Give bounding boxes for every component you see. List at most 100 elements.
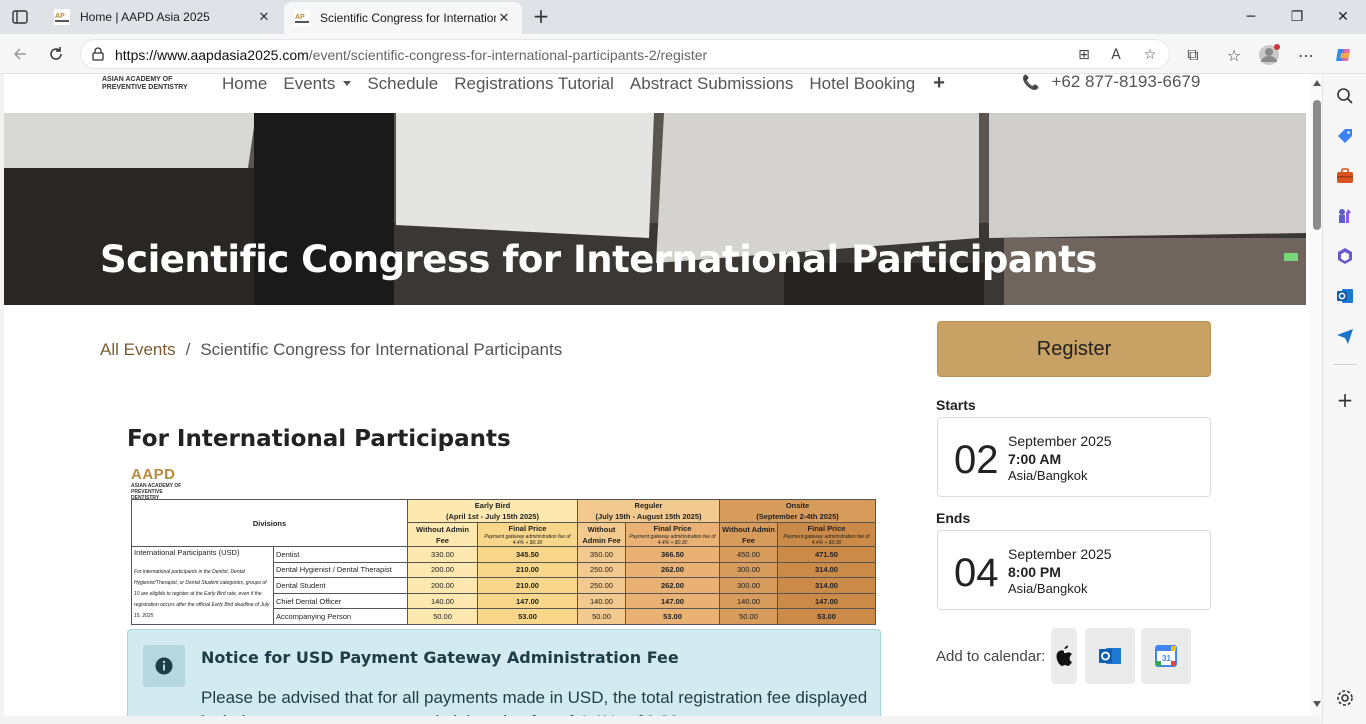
send-icon[interactable] [1335,326,1355,346]
reguler-label: Reguler [634,501,663,510]
division-name: Dental Student [273,577,408,594]
price-cell: 53.00 [625,608,720,625]
close-icon[interactable]: ✕ [496,10,512,26]
maximize-button[interactable]: ❐ [1274,0,1320,34]
profile-avatar-icon[interactable] [1258,44,1280,66]
apple-calendar-button[interactable] [1051,628,1077,684]
close-icon[interactable]: ✕ [256,9,272,25]
nav-schedule[interactable]: Schedule [367,74,438,95]
back-icon[interactable] [8,42,32,66]
apple-icon [1056,645,1072,666]
microsoft-365-icon[interactable] [1335,246,1355,266]
price-cell: 147.00 [777,592,876,610]
outlook-icon[interactable] [1335,286,1355,306]
add-sidebar-item-icon[interactable]: + [1335,388,1355,412]
app-available-icon[interactable]: ⊞ [1075,46,1093,64]
minimize-button[interactable]: ─ [1228,0,1274,34]
onsite-header: Onsite (September 2-4th 2025) [719,499,876,523]
favorite-star-icon[interactable]: ☆ [1141,46,1159,64]
settings-gear-icon[interactable] [1335,688,1355,708]
divisions-header: Divisions [131,499,408,547]
division-name: Dental Hygienist / Dental Therapist [273,561,408,579]
address-bar[interactable]: https://www.aapdasia2025.com/event/scien… [80,39,1170,69]
scroll-up-arrow-icon[interactable] [1313,80,1321,86]
new-tab-button[interactable]: + [530,5,552,27]
price-table-logo: AAPD ASIAN ACADEMY OF PREVENTIVE DENTISTR… [131,466,189,501]
scroll-thumb[interactable] [1313,100,1321,230]
outlook-calendar-button[interactable] [1085,628,1135,684]
breadcrumb-all-events[interactable]: All Events [100,340,176,359]
nav-hotel-booking[interactable]: Hotel Booking [809,74,915,95]
price-cell: 314.00 [777,577,876,594]
rg-final-note: Payment gateway administration fee of 4.… [629,534,716,546]
phone-link[interactable]: 📞 +62 877-8193-6679 [1022,74,1200,92]
eb-without-fee-header: Without Admin Fee [407,522,478,547]
nav-home[interactable]: Home [222,74,267,95]
hero-banner: Scientific Congress for International Pa… [4,113,1306,305]
tab-home[interactable]: AP Home | AAPD Asia 2025 ✕ [44,2,282,32]
scroll-down-arrow-icon[interactable] [1313,701,1321,707]
read-aloud-icon[interactable]: A [1107,46,1125,64]
onsite-dates: (September 2-4th 2025) [756,512,839,521]
price-cell: 140.00 [719,592,778,610]
svg-text:AP: AP [55,13,65,20]
google-calendar-button[interactable]: 31 [1141,628,1191,684]
aapd-favicon-icon: AP [54,9,70,25]
copilot-icon[interactable] [1333,44,1355,66]
window-close-button[interactable]: ✕ [1320,0,1366,34]
favorites-icon[interactable]: ☆ [1223,44,1245,66]
price-cell: 300.00 [719,561,778,579]
end-month: September 2025 [1008,546,1112,562]
phone-icon: 📞 [1022,74,1040,90]
shopping-tag-icon[interactable] [1335,126,1355,146]
tab-scientific-congress[interactable]: AP Scientific Congress for Internation ✕ [284,2,522,34]
price-logo-mark: AAPD [131,466,176,483]
rg-final-price-header: Final Price Payment gateway administratio… [625,522,720,547]
more-menu-icon[interactable]: ⋯ [1295,44,1317,66]
start-date-card: 02 September 2025 7:00 AM Asia/Bangkok [937,417,1211,497]
section-title: For International Participants [127,426,511,452]
nav-registrations-tutorial[interactable]: Registrations Tutorial [454,74,614,95]
tab-actions-icon[interactable] [8,6,32,28]
price-cell: 250.00 [577,561,626,579]
main-nav: Home Events Schedule Registrations Tutor… [222,74,961,95]
early-bird-dates: (April 1st - July 15th 2025) [446,512,539,521]
ends-label: Ends [936,510,971,526]
nav-abstract-submissions[interactable]: Abstract Submissions [630,74,793,95]
start-timezone: Asia/Bangkok [1008,468,1088,483]
aapd-logo[interactable]: ASIAN ACADEMY OF PREVENTIVE DENTISTRY [102,74,194,100]
url-text[interactable]: https://www.aapdasia2025.com/event/scien… [115,47,707,63]
tab-title: Home | AAPD Asia 2025 [80,10,210,24]
eb-final-price-label: Final Price [508,524,547,533]
start-month: September 2025 [1008,433,1112,449]
search-icon[interactable] [1335,86,1355,106]
nav-events[interactable]: Events [283,74,352,95]
page-scrollbar[interactable] [1310,74,1322,716]
price-cell: 50.00 [577,608,626,625]
price-cell: 300.00 [719,577,778,594]
refresh-icon[interactable] [44,42,68,66]
add-to-calendar-label: Add to calendar: [936,648,1046,665]
outlook-icon [1099,648,1121,664]
price-cell: 53.00 [477,608,578,625]
early-bird-header: Early Bird (April 1st - July 15th 2025) [407,499,578,523]
price-cell: 147.00 [477,592,578,610]
site-header: ASIAN ACADEMY OF PREVENTIVE DENTISTRY Hom… [4,74,1306,113]
extensions-icon[interactable]: ⧉ [1182,44,1204,66]
lock-icon[interactable] [91,47,105,61]
edge-sidebar: + [1322,74,1366,724]
division-name: Dentist [273,546,408,563]
breadcrumb-current: Scientific Congress for International Pa… [200,340,563,359]
register-button[interactable]: Register [937,321,1211,377]
logo-subtitle-line-1: ASIAN ACADEMY OF [102,76,173,83]
on-final-price-label: Final Price [807,524,846,533]
nav-more-plus-icon[interactable]: + [933,74,945,95]
notice-body: Please be advised that for all payments … [201,688,868,716]
reguler-header: Reguler (July 15th - August 15th 2025) [577,499,720,523]
google-calendar-icon: 31 [1155,645,1177,667]
price-cell: 350.00 [577,546,626,563]
tools-briefcase-icon[interactable] [1335,166,1355,186]
price-cell: 262.00 [625,577,720,594]
starts-label: Starts [936,397,976,413]
games-chess-icon[interactable] [1335,206,1355,226]
